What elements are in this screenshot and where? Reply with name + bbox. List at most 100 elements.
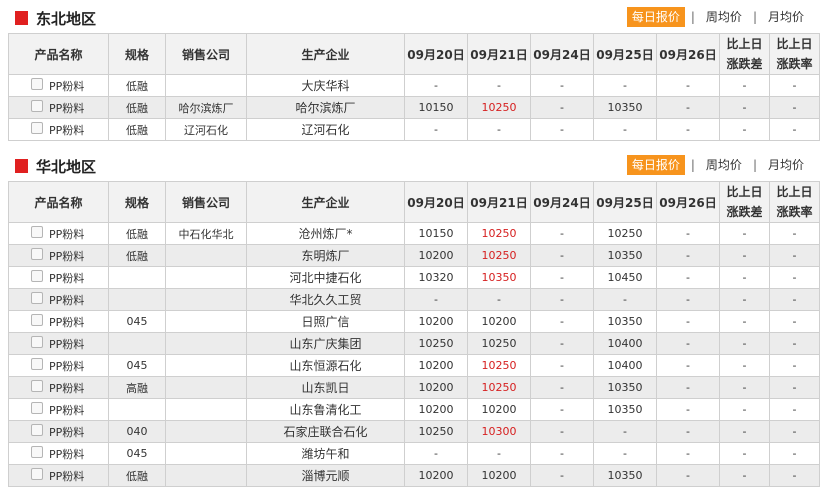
row-checkbox[interactable] (31, 468, 43, 480)
cell-col-product: PP粉料 (8, 442, 109, 465)
table-row: PP粉料 低融 中石化华北 沧州炼厂* 10150 10250-10250- - - (8, 222, 820, 245)
cell-col-0926: - (656, 266, 720, 289)
table-row: PP粉料 045 山东恒源石化 10200 10250-10400- - - (8, 354, 820, 377)
row-checkbox[interactable] (31, 336, 43, 348)
cell-col-product: PP粉料 (8, 244, 109, 267)
row-checkbox[interactable] (31, 78, 43, 90)
cell-col-seller (165, 332, 247, 355)
table-row: PP粉料 河北中捷石化 10320 10350-10450- - - (8, 266, 820, 289)
cell-col-0921: 10250 (467, 222, 531, 245)
table-row: PP粉料 低融 东明炼厂 10200 10250-10350- - - (8, 244, 820, 267)
cell-col-spec: 低融 (108, 244, 166, 267)
tab-weekly[interactable]: 周均价 (701, 155, 747, 175)
row-checkbox[interactable] (31, 122, 43, 134)
row-checkbox[interactable] (31, 248, 43, 260)
cell-col-producer: 哈尔滨炼厂 (246, 96, 405, 119)
row-checkbox[interactable] (31, 100, 43, 112)
tab-monthly[interactable]: 月均价 (763, 155, 809, 175)
cell-col-0925: 10350 (593, 376, 657, 399)
cell-col-rate: - (769, 420, 820, 443)
cell-col-0924: - (530, 244, 594, 267)
cell-col-0926: - (656, 354, 720, 377)
header-col-0926: 09月26日 (656, 181, 720, 223)
header-col-product: 产品名称 (8, 181, 109, 223)
cell-col-diff: - (719, 118, 770, 141)
cell-col-producer: 东明炼厂 (246, 244, 405, 267)
cell-col-seller (165, 464, 247, 487)
cell-col-spec (108, 332, 166, 355)
cell-col-spec: 低融 (108, 118, 166, 141)
cell-col-0921: 10350 (467, 266, 531, 289)
cell-col-0920: 10200 (404, 244, 468, 267)
row-checkbox[interactable] (31, 380, 43, 392)
cell-col-producer: 潍坊午和 (246, 442, 405, 465)
cell-col-0920: 10200 (404, 310, 468, 333)
section-marker-icon (15, 159, 28, 173)
cell-col-0925: - (593, 288, 657, 311)
cell-col-rate: - (769, 244, 820, 267)
cell-col-0920: 10150 (404, 96, 468, 119)
cell-col-0920: 10200 (404, 398, 468, 421)
row-checkbox[interactable] (31, 270, 43, 282)
cell-col-producer: 辽河石化 (246, 118, 405, 141)
cell-col-0921: 10250 (467, 332, 531, 355)
tab-monthly[interactable]: 月均价 (763, 7, 809, 27)
row-checkbox[interactable] (31, 314, 43, 326)
header-col-0920: 09月20日 (404, 33, 468, 75)
price-tabs: 每日报价 | 周均价 | 月均价 (626, 7, 809, 27)
row-checkbox[interactable] (31, 446, 43, 458)
table-row: PP粉料 高融 山东凯日 10200 10250-10350- - - (8, 376, 820, 399)
cell-col-diff: - (719, 332, 770, 355)
table-row: PP粉料 040 石家庄联合石化 10250 10300- - - - - (8, 420, 820, 443)
cell-col-product: PP粉料 (8, 222, 109, 245)
cell-col-0920: - (404, 288, 468, 311)
cell-col-0926: - (656, 398, 720, 421)
cell-col-diff: - (719, 266, 770, 289)
cell-col-seller: 辽河石化 (165, 118, 247, 141)
cell-col-product: PP粉料 (8, 288, 109, 311)
cell-col-diff: - (719, 244, 770, 267)
cell-col-0920: 10320 (404, 266, 468, 289)
cell-col-0921: 10200 (467, 464, 531, 487)
section-northeast: 东北地区 每日报价 | 周均价 | 月均价 产品名称 规格 销售公司 生产企业 09月2… (0, 0, 827, 141)
cell-col-product: PP粉料 (8, 266, 109, 289)
header-col-0926: 09月26日 (656, 33, 720, 75)
cell-col-0924: - (530, 398, 594, 421)
cell-col-0921: 10200 (467, 398, 531, 421)
cell-col-0926: - (656, 464, 720, 487)
cell-col-0925: 10350 (593, 96, 657, 119)
row-checkbox[interactable] (31, 226, 43, 238)
tab-weekly[interactable]: 周均价 (701, 7, 747, 27)
cell-col-product: PP粉料 (8, 464, 109, 487)
header-col-seller: 销售公司 (165, 33, 247, 75)
cell-col-producer: 山东凯日 (246, 376, 405, 399)
cell-col-0920: 10200 (404, 354, 468, 377)
cell-col-0924: - (530, 332, 594, 355)
cell-col-diff: - (719, 96, 770, 119)
cell-col-producer: 河北中捷石化 (246, 266, 405, 289)
cell-col-spec (108, 266, 166, 289)
cell-col-product: PP粉料 (8, 332, 109, 355)
cell-col-producer: 山东恒源石化 (246, 354, 405, 377)
row-checkbox[interactable] (31, 292, 43, 304)
row-checkbox[interactable] (31, 358, 43, 370)
row-checkbox[interactable] (31, 402, 43, 414)
cell-col-0924: - (530, 354, 594, 377)
cell-col-rate: - (769, 118, 820, 141)
cell-col-0926: - (656, 96, 720, 119)
cell-col-spec (108, 398, 166, 421)
cell-col-0925: 10350 (593, 398, 657, 421)
cell-col-0925: - (593, 420, 657, 443)
tab-daily[interactable]: 每日报价 (626, 155, 685, 175)
cell-col-0925: - (593, 118, 657, 141)
cell-col-seller: 中石化华北 (165, 222, 247, 245)
section-header: 东北地区 每日报价 | 周均价 | 月均价 (0, 0, 827, 32)
row-checkbox[interactable] (31, 424, 43, 436)
cell-col-spec: 低融 (108, 74, 166, 97)
cell-col-0921: 10250 (467, 244, 531, 267)
cell-col-spec: 低融 (108, 222, 166, 245)
cell-col-spec: 低融 (108, 96, 166, 119)
cell-col-0924: - (530, 74, 594, 97)
tab-daily[interactable]: 每日报价 (626, 7, 685, 27)
section-header: 华北地区 每日报价 | 周均价 | 月均价 (0, 148, 827, 180)
